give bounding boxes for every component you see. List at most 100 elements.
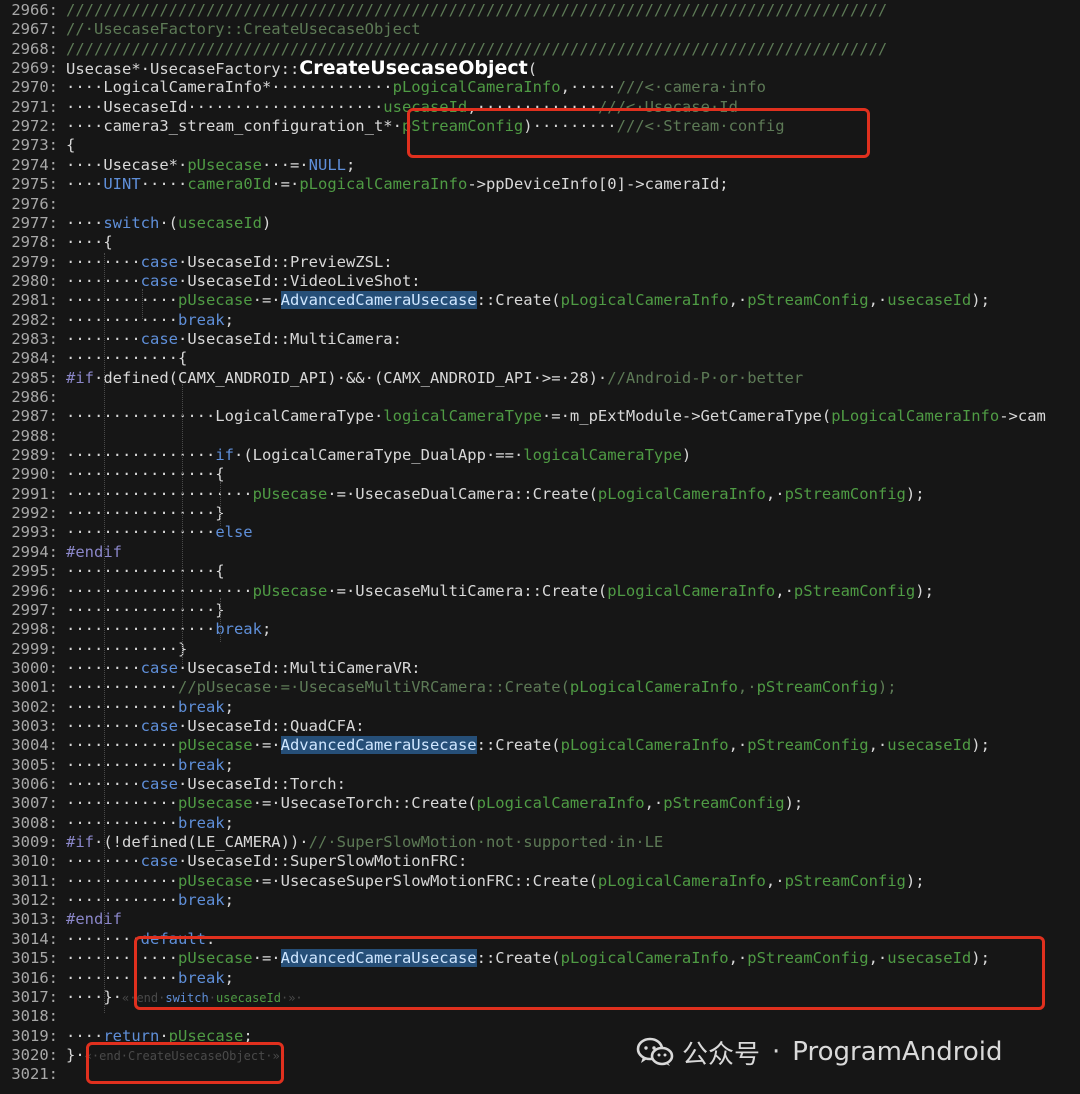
- watermark-separator: ·: [772, 1037, 781, 1067]
- line-number: 3014:: [11, 929, 58, 948]
- line-code: ····{: [66, 233, 113, 252]
- line-number: 3009:: [11, 833, 58, 852]
- line-code: ········case·UsecaseId::SuperSlowMotionF…: [66, 852, 468, 871]
- line-number: 2981:: [11, 291, 58, 310]
- line-number: 3012:: [11, 891, 58, 910]
- line-code: ////////////////////////////////////////…: [66, 1, 888, 19]
- line-number: 2986:: [11, 388, 58, 406]
- code-line: 3003: ········case·UsecaseId::QuadCFA:: [0, 717, 1080, 736]
- line-code: ····················pUsecase·=·UsecaseDu…: [66, 484, 925, 503]
- line-number: 2989:: [11, 446, 58, 465]
- code-line: 3013: #endif: [0, 910, 1080, 929]
- line-number: 2968:: [11, 39, 58, 58]
- line-number: 2997:: [11, 600, 58, 619]
- code-line: 3004: ············pUsecase·=·AdvancedCame…: [0, 736, 1080, 755]
- line-number: 3003:: [11, 716, 58, 735]
- line-code: ////////////////////////////////////////…: [66, 39, 888, 58]
- code-line: 3000: ········case·UsecaseId::MultiCamera…: [0, 659, 1080, 678]
- line-code: ············break;: [66, 755, 234, 774]
- code-line: 3007: ············pUsecase·=·UsecaseTorch…: [0, 794, 1080, 813]
- code-line: 2999: ············}: [0, 640, 1080, 659]
- line-number: 3002:: [11, 697, 58, 716]
- line-code: ········case·UsecaseId::PreviewZSL:: [66, 252, 393, 271]
- return-highlight-box: [86, 1042, 284, 1084]
- line-number: 2990:: [11, 465, 58, 484]
- line-number: 2966:: [11, 1, 58, 19]
- line-number: 3015:: [11, 949, 58, 968]
- line-code: ········case·UsecaseId::MultiCamera:: [66, 329, 402, 348]
- code-line: 2983: ········case·UsecaseId::MultiCamera…: [0, 330, 1080, 349]
- line-number: 3011:: [11, 871, 58, 890]
- line-number: 2971:: [11, 97, 58, 116]
- code-line: 2966: ///////////////////////////////////…: [0, 1, 1080, 20]
- code-line: 2991: ····················pUsecase·=·Usec…: [0, 485, 1080, 504]
- line-number: 2987:: [11, 407, 58, 426]
- indent-guide: [220, 598, 221, 642]
- line-code: ············pUsecase·=·UsecaseSuperSlowM…: [66, 871, 925, 890]
- line-number: 2995:: [11, 562, 58, 581]
- line-code: ············{: [66, 349, 188, 368]
- code-line: 2976:: [0, 195, 1080, 214]
- line-code: ····UINT·····camera0Id·=·pLogicalCameraI…: [66, 175, 729, 194]
- line-code: ········case·UsecaseId::Torch:: [66, 775, 346, 793]
- line-code: ················break;: [66, 620, 272, 639]
- code-editor[interactable]: 2966: ///////////////////////////////////…: [0, 0, 1080, 1094]
- code-line: 2979: ········case·UsecaseId::PreviewZSL:: [0, 253, 1080, 272]
- line-number: 2985:: [11, 368, 58, 387]
- line-code: ················if·(LogicalCameraType_Du…: [66, 446, 692, 465]
- line-number: 3005:: [11, 755, 58, 774]
- line-number: 2992:: [11, 504, 58, 523]
- line-code: ····switch·(usecaseId): [66, 213, 272, 232]
- line-code: ············}: [66, 639, 188, 658]
- code-line: 2997: ················}: [0, 601, 1080, 620]
- line-number: 3018:: [11, 1007, 58, 1026]
- code-line: 2974: ····Usecase*·pUsecase···=·NULL;: [0, 156, 1080, 175]
- line-number: 2977:: [11, 213, 58, 232]
- line-number: 2988:: [11, 426, 58, 445]
- line-code: ····················pUsecase·=·UsecaseMu…: [66, 581, 934, 600]
- code-line: 2981: ············pUsecase·=·AdvancedCame…: [0, 291, 1080, 310]
- line-number: 3021:: [11, 1065, 58, 1084]
- line-code: ············pUsecase·=·AdvancedCameraUse…: [66, 736, 990, 755]
- line-number: 2982:: [11, 310, 58, 329]
- code-line: 3010: ········case·UsecaseId::SuperSlowMo…: [0, 852, 1080, 871]
- line-number: 3008:: [11, 813, 58, 832]
- line-code: ········case·UsecaseId::MultiCameraVR:: [66, 658, 421, 677]
- line-number: 3019:: [11, 1026, 58, 1045]
- line-code: ········case·UsecaseId::QuadCFA:: [66, 716, 365, 735]
- line-code: ················{: [66, 562, 225, 581]
- line-code: ············pUsecase·=·UsecaseTorch::Cre…: [66, 794, 804, 813]
- code-line: 2998: ················break;: [0, 620, 1080, 639]
- line-number: 3013:: [11, 910, 58, 929]
- line-code: Usecase*·UsecaseFactory::CreateUsecaseOb…: [66, 59, 538, 80]
- line-number: 2998:: [11, 620, 58, 639]
- line-number: 2979:: [11, 252, 58, 271]
- code-line: 2982: ············break;: [0, 311, 1080, 330]
- code-line: 3011: ············pUsecase·=·UsecaseSuper…: [0, 872, 1080, 891]
- line-code: ············pUsecase·=·AdvancedCameraUse…: [66, 291, 990, 310]
- code-line: 3018:: [0, 1007, 1080, 1026]
- line-code: #if·defined(CAMX_ANDROID_API)·&&·(CAMX_A…: [66, 368, 804, 387]
- line-number: 2975:: [11, 175, 58, 194]
- code-line: 2992: ················}: [0, 504, 1080, 523]
- code-line: 2975: ····UINT·····camera0Id·=·pLogicalCa…: [0, 175, 1080, 194]
- line-number: 2967:: [11, 20, 58, 39]
- indent-guide: [104, 253, 105, 1013]
- watermark-name: ProgramAndroid: [792, 1037, 1003, 1067]
- code-line: 3008: ············break;: [0, 814, 1080, 833]
- watermark-account: 公众号: [682, 1039, 761, 1070]
- code-line: 3006: ········case·UsecaseId::Torch:: [0, 775, 1080, 794]
- code-line: 3001: ············//pUsecase·=·UsecaseMul…: [0, 678, 1080, 697]
- line-code: ············break;: [66, 813, 234, 832]
- code-line: 2989: ················if·(LogicalCameraTy…: [0, 446, 1080, 465]
- line-number: 3010:: [11, 852, 58, 871]
- line-number: 3001:: [11, 678, 58, 697]
- line-code: ············break;: [66, 697, 234, 716]
- line-number: 2970:: [11, 78, 58, 97]
- code-line: 2993: ················else: [0, 523, 1080, 542]
- code-line: 2985: #if·defined(CAMX_ANDROID_API)·&&·(C…: [0, 369, 1080, 388]
- indent-guide: [182, 384, 183, 664]
- line-code: #if·(!defined(LE_CAMERA))·//·SuperSlowMo…: [66, 833, 664, 852]
- line-code: #endif: [66, 542, 122, 561]
- watermark: 公众号 · ProgramAndroid: [636, 1034, 1003, 1070]
